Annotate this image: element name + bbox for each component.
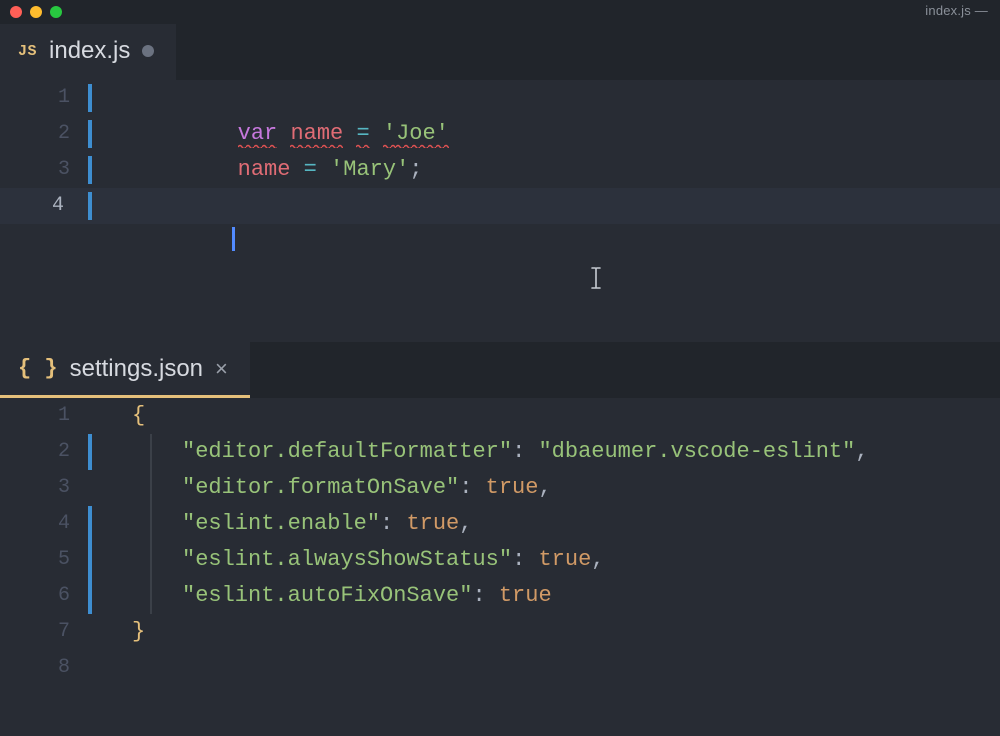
tab-label: settings.json — [70, 355, 203, 383]
line-number: 5 — [0, 542, 88, 578]
json-key: "eslint.autoFixOnSave" — [182, 583, 472, 608]
code-line[interactable]: "eslint.alwaysShowStatus": true, — [88, 542, 604, 578]
json-file-icon: { } — [18, 356, 58, 381]
comma: , — [591, 547, 604, 572]
line-number: 1 — [0, 398, 88, 434]
line-number: 4 — [0, 506, 88, 542]
line-number: 2 — [0, 116, 88, 152]
tab-index-js[interactable]: JS index.js — [0, 24, 176, 80]
brace: } — [132, 619, 145, 644]
tabbar-bottom: { } settings.json × — [0, 342, 1000, 398]
ibeam-cursor-icon — [590, 195, 602, 217]
editor-index-js[interactable]: 1 var name = 'Joe' 2 name = 'Mary'; 3 co… — [0, 80, 1000, 342]
code-line[interactable]: "eslint.autoFixOnSave": true — [88, 578, 552, 614]
code-line[interactable]: "editor.defaultFormatter": "dbaeumer.vsc… — [88, 434, 869, 470]
json-value: true — [406, 511, 459, 536]
line-number: 3 — [0, 470, 88, 506]
json-value: "dbaeumer.vscode-eslint" — [538, 439, 855, 464]
json-value: true — [486, 475, 539, 500]
line-number: 3 — [0, 152, 88, 188]
json-value: true — [538, 547, 591, 572]
modified-dot-icon — [142, 45, 154, 57]
code-line[interactable]: { — [88, 398, 145, 434]
json-key: "editor.defaultFormatter" — [182, 439, 512, 464]
tabbar-top: JS index.js — [0, 24, 1000, 80]
code-line[interactable]: "eslint.enable": true, — [88, 506, 472, 542]
code-line[interactable]: } — [88, 614, 145, 650]
line-number: 4 — [0, 188, 82, 224]
line-number: 1 — [0, 80, 88, 116]
colon: : — [459, 475, 472, 500]
zoom-window-button[interactable] — [50, 6, 62, 18]
tab-settings-json[interactable]: { } settings.json × — [0, 342, 250, 398]
text-cursor — [232, 227, 235, 251]
json-key: "editor.formatOnSave" — [182, 475, 459, 500]
colon: : — [472, 583, 485, 608]
colon: : — [512, 547, 525, 572]
line-number: 6 — [0, 578, 88, 614]
json-key: "eslint.alwaysShowStatus" — [182, 547, 512, 572]
comma: , — [538, 475, 551, 500]
brace: { — [132, 403, 145, 428]
colon: : — [512, 439, 525, 464]
titlebar: index.js — — [0, 0, 1000, 24]
json-key: "eslint.enable" — [182, 511, 380, 536]
editor-settings-json[interactable]: 1{2"editor.defaultFormatter": "dbaeumer.… — [0, 398, 1000, 736]
close-window-button[interactable] — [10, 6, 22, 18]
line-number: 8 — [0, 650, 88, 686]
minimize-window-button[interactable] — [30, 6, 42, 18]
comma: , — [459, 511, 472, 536]
traffic-lights — [10, 6, 62, 18]
js-file-icon: JS — [18, 43, 37, 60]
colon: : — [380, 511, 393, 536]
close-icon[interactable]: × — [215, 358, 228, 380]
json-value: true — [499, 583, 552, 608]
tab-label: index.js — [49, 37, 130, 65]
code-line[interactable]: "editor.formatOnSave": true, — [88, 470, 552, 506]
line-number: 2 — [0, 434, 88, 470]
window-title: index.js — — [925, 3, 988, 18]
line-number: 7 — [0, 614, 88, 650]
comma: , — [855, 439, 868, 464]
code-line[interactable] — [82, 188, 1000, 332]
